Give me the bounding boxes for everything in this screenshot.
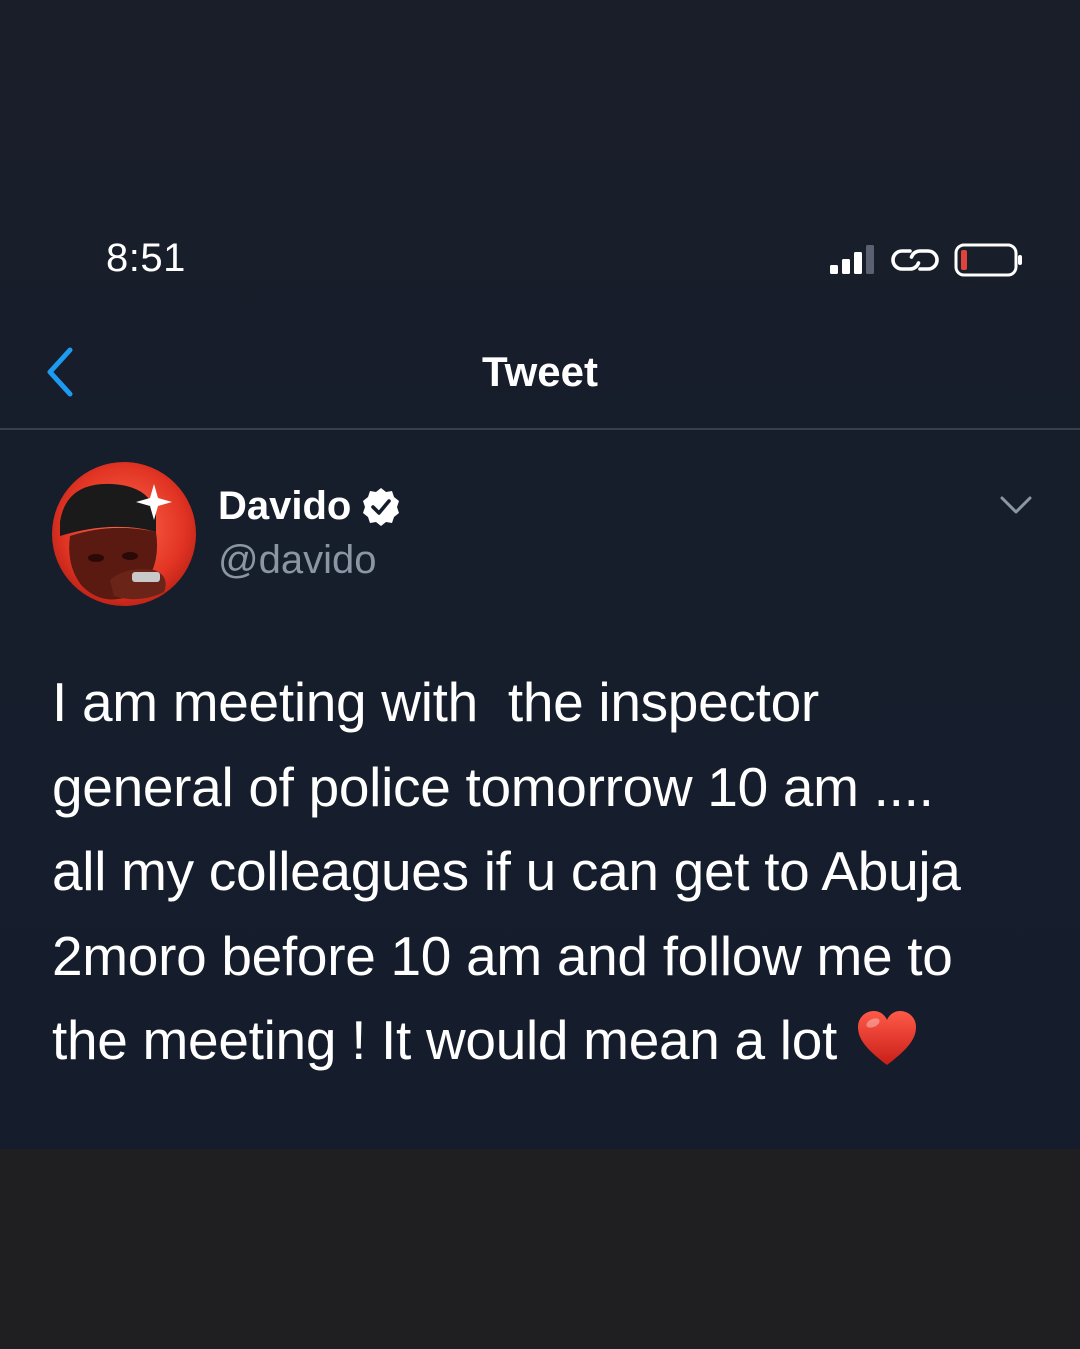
tweet-text-line: the meeting ! It would mean a lot	[52, 1009, 837, 1071]
tweet-text-line: general of police tomorrow 10 am ....	[52, 755, 934, 818]
status-time: 8:51	[106, 236, 186, 280]
signal-bars-icon	[830, 245, 874, 274]
tweet-text-line: all my colleagues if u can get to Abuja	[52, 840, 961, 902]
tweet-text-line: 2moro before 10 am and follow me to	[52, 924, 953, 987]
tweet-text-line-last: the meeting ! It would mean a lot	[52, 998, 1042, 1083]
tweet-text: I am meeting with the inspector general …	[52, 660, 1042, 1083]
page-title: Tweet	[482, 348, 598, 395]
author-name[interactable]: Davido	[218, 484, 401, 529]
battery-low-icon	[954, 243, 1022, 277]
bottom-area	[0, 1149, 1080, 1349]
avatar[interactable]	[52, 462, 196, 606]
red-heart-emoji-icon	[857, 1011, 916, 1065]
header-divider	[0, 428, 1080, 430]
chevron-down-icon	[1000, 496, 1032, 514]
tweet-menu-button[interactable]	[998, 490, 1034, 520]
verified-badge-icon	[363, 487, 400, 526]
tweet-screen: 8:51 Tweet Davido @davido I am meeting w…	[0, 0, 1080, 1149]
status-icons	[830, 240, 1024, 280]
tweet-text-line: I am meeting with the inspector	[52, 671, 819, 733]
author-handle[interactable]: @davido	[218, 538, 376, 583]
author-name-text: Davido	[218, 484, 352, 528]
avatar-image	[52, 462, 196, 606]
chain-link-icon	[891, 249, 939, 271]
